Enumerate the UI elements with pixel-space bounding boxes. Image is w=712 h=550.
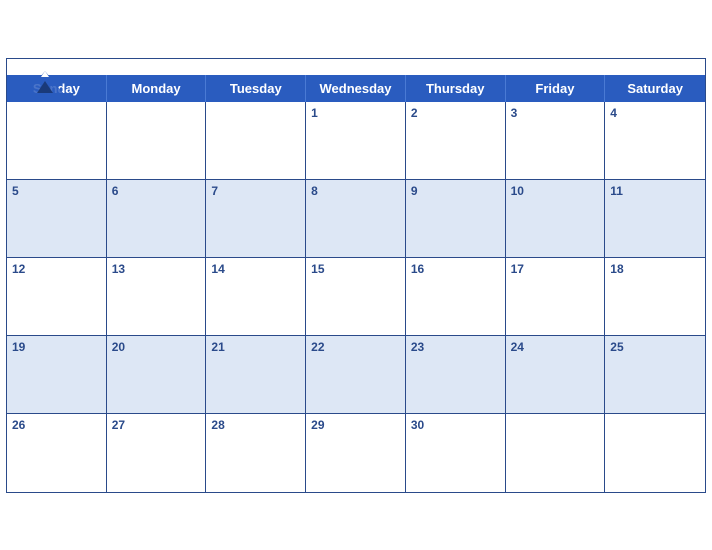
calendar-cell: 26	[7, 414, 107, 492]
cell-day-number: 24	[511, 340, 600, 354]
day-header: Saturday	[605, 75, 705, 102]
calendar-cell: 3	[506, 102, 606, 180]
calendar-cell: 22	[306, 336, 406, 414]
cell-day-number: 8	[311, 184, 400, 198]
cell-day-number: 25	[610, 340, 700, 354]
calendar-cell: 1	[306, 102, 406, 180]
week-row: 19 20 21 22 23 24 25	[7, 336, 705, 414]
day-header: Tuesday	[206, 75, 306, 102]
cell-day-number: 22	[311, 340, 400, 354]
day-headers-row: SundayMondayTuesdayWednesdayThursdayFrid…	[7, 75, 705, 102]
cell-day-number: 6	[112, 184, 201, 198]
calendar-cell	[107, 102, 207, 180]
calendar-cell: 10	[506, 180, 606, 258]
calendar-cell	[7, 102, 107, 180]
calendar-header	[7, 59, 705, 75]
calendar-cell: 6	[107, 180, 207, 258]
cell-day-number: 27	[112, 418, 201, 432]
cell-day-number: 10	[511, 184, 600, 198]
calendar-cell: 24	[506, 336, 606, 414]
cell-day-number: 5	[12, 184, 101, 198]
calendar-cell: 20	[107, 336, 207, 414]
calendar-cell: 2	[406, 102, 506, 180]
cell-day-number: 28	[211, 418, 300, 432]
calendar-cell: 23	[406, 336, 506, 414]
calendar-cell: 19	[7, 336, 107, 414]
calendar-cell: 8	[306, 180, 406, 258]
day-header: Friday	[506, 75, 606, 102]
calendar-cell: 30	[406, 414, 506, 492]
cell-day-number: 11	[610, 184, 700, 198]
cell-day-number: 2	[411, 106, 500, 120]
cell-day-number: 1	[311, 106, 400, 120]
calendar-cell: 25	[605, 336, 705, 414]
calendar-cell: 7	[206, 180, 306, 258]
cell-day-number: 26	[12, 418, 101, 432]
week-row: 12 13 14 15 16 17 18	[7, 258, 705, 336]
calendar-cell: 16	[406, 258, 506, 336]
cell-day-number: 19	[12, 340, 101, 354]
cell-day-number: 20	[112, 340, 201, 354]
calendar-cell: 12	[7, 258, 107, 336]
cell-day-number: 29	[311, 418, 400, 432]
calendar-cell: 15	[306, 258, 406, 336]
calendar-cell: 29	[306, 414, 406, 492]
cell-day-number: 7	[211, 184, 300, 198]
calendar-cell: 13	[107, 258, 207, 336]
cell-day-number: 13	[112, 262, 201, 276]
cell-day-number: 21	[211, 340, 300, 354]
day-header: Wednesday	[306, 75, 406, 102]
calendar-cell: 4	[605, 102, 705, 180]
calendar-cell: 9	[406, 180, 506, 258]
week-row: 1234	[7, 102, 705, 180]
cell-day-number: 3	[511, 106, 600, 120]
cell-day-number: 18	[610, 262, 700, 276]
calendar-cell	[506, 414, 606, 492]
calendar-cell: 11	[605, 180, 705, 258]
calendar-cell: 17	[506, 258, 606, 336]
calendar-cell: 5	[7, 180, 107, 258]
calendar-cell: 28	[206, 414, 306, 492]
cell-day-number: 16	[411, 262, 500, 276]
day-header: Monday	[107, 75, 207, 102]
calendar-cell	[605, 414, 705, 492]
cell-day-number: 30	[411, 418, 500, 432]
cell-day-number: 23	[411, 340, 500, 354]
week-row: 26 27 28 29 30	[7, 414, 705, 492]
logo	[23, 67, 67, 97]
calendar-cell	[206, 102, 306, 180]
cell-day-number: 12	[12, 262, 101, 276]
calendar-cell: 27	[107, 414, 207, 492]
cell-day-number: 14	[211, 262, 300, 276]
calendar-cell: 21	[206, 336, 306, 414]
cell-day-number: 4	[610, 106, 700, 120]
cell-day-number: 9	[411, 184, 500, 198]
calendar-cell: 14	[206, 258, 306, 336]
calendar-cell: 18	[605, 258, 705, 336]
day-header: Thursday	[406, 75, 506, 102]
calendar: SundayMondayTuesdayWednesdayThursdayFrid…	[6, 58, 706, 493]
cell-day-number: 17	[511, 262, 600, 276]
week-row: 56789 10 11	[7, 180, 705, 258]
calendar-grid: 1234567891011121314151617181920212223242…	[7, 102, 705, 492]
cell-day-number: 15	[311, 262, 400, 276]
logo-icon	[23, 67, 67, 97]
